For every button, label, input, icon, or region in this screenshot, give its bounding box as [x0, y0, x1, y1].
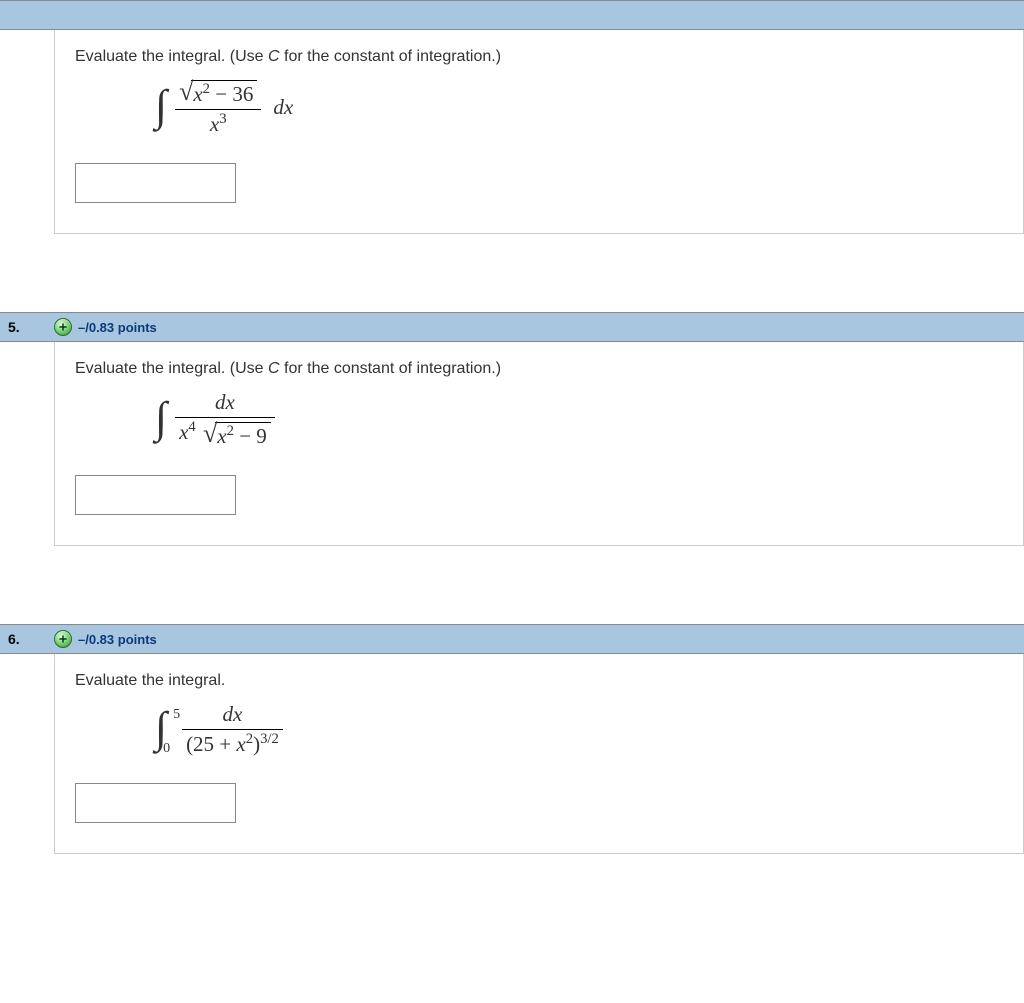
expand-icon[interactable] [54, 318, 72, 336]
dx: dx [273, 95, 293, 120]
radicand: x2 − 9 [215, 422, 271, 449]
question-formula: ∫ dx x4 √ x2 − 9 [155, 390, 1003, 449]
question-prompt: Evaluate the integral. (Use C for the co… [75, 48, 1003, 66]
integral-symbol: ∫ [155, 710, 167, 745]
sqrt-icon: √ [179, 83, 193, 101]
question-formula: ∫ 5 0 dx (25 + x2)3/2 [155, 702, 1003, 757]
question-header-4 [0, 0, 1024, 30]
points-label: –/0.83 points [78, 632, 157, 647]
question-prompt: Evaluate the integral. (Use C for the co… [75, 360, 1003, 378]
denominator: (25 + x2)3/2 [182, 729, 283, 757]
question-number: 5. [8, 319, 20, 335]
denominator: x4 √ x2 − 9 [175, 417, 275, 449]
numerator: dx [219, 702, 247, 729]
integral-symbol: ∫ [155, 88, 167, 123]
question-header-5: 5. –/0.83 points [0, 312, 1024, 342]
upper-limit: 5 [173, 708, 180, 722]
answer-input[interactable] [75, 163, 236, 203]
question-body-6: Evaluate the integral. ∫ 5 0 dx (25 + x2… [54, 654, 1024, 854]
question-prompt: Evaluate the integral. [75, 672, 1003, 690]
numerator: dx [211, 390, 239, 417]
expand-icon[interactable] [54, 630, 72, 648]
denominator: x3 [175, 109, 261, 137]
question-formula: ∫ √ x2 − 36 x3 dx [155, 78, 1003, 137]
sqrt-icon: √ [203, 425, 217, 443]
question-number: 6. [8, 631, 20, 647]
question-body-4: Evaluate the integral. (Use C for the co… [54, 30, 1024, 234]
radicand: x2 − 36 [191, 80, 257, 107]
question-header-6: 6. –/0.83 points [0, 624, 1024, 654]
lower-limit: 0 [163, 742, 170, 756]
answer-input[interactable] [75, 783, 236, 823]
points-label: –/0.83 points [78, 320, 157, 335]
answer-input[interactable] [75, 475, 236, 515]
integral-symbol: ∫ [155, 400, 167, 435]
question-body-5: Evaluate the integral. (Use C for the co… [54, 342, 1024, 546]
